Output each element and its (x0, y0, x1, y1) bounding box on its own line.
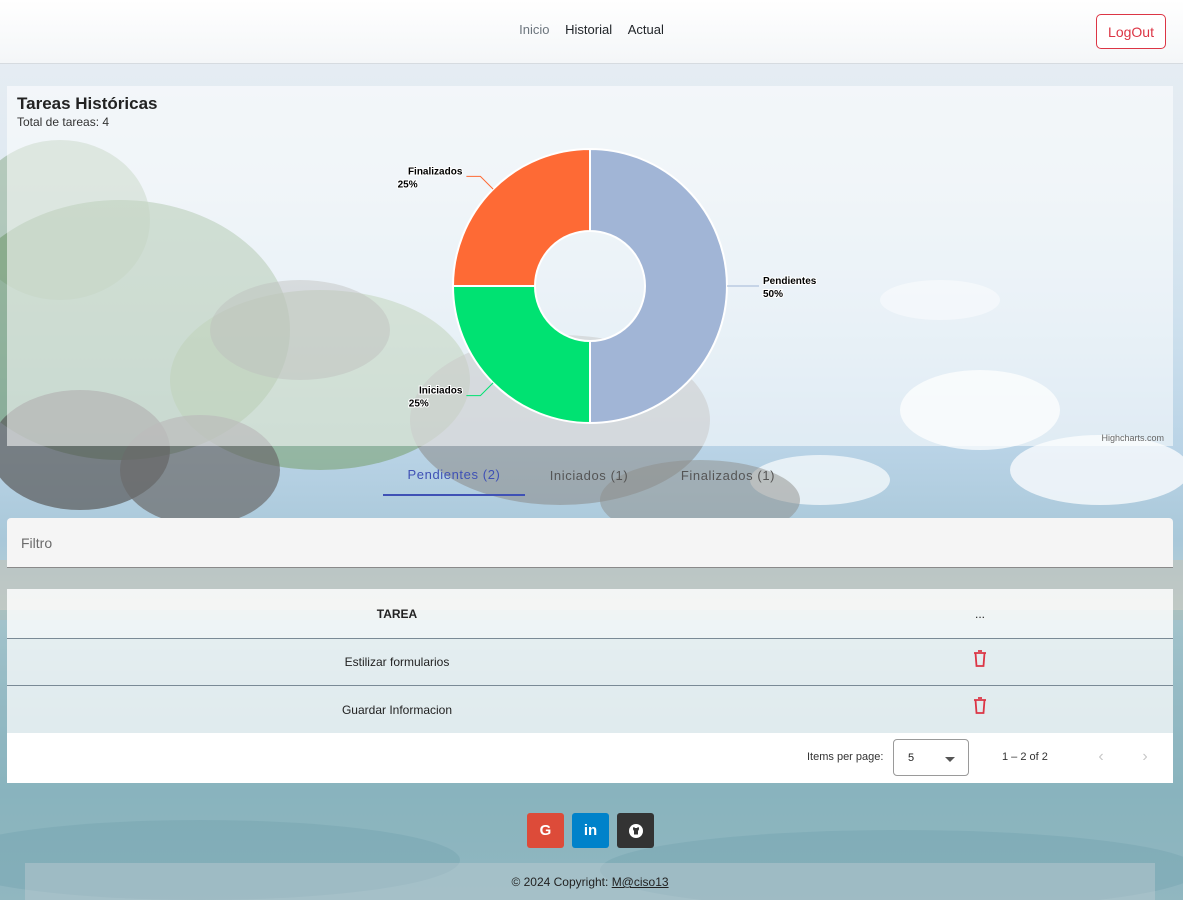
table-row: Estilizar formularios (7, 639, 1173, 686)
data-label-finalizados: Finalizados (408, 166, 463, 177)
chart-credits-link[interactable]: Highcharts.com (1101, 433, 1164, 443)
trash-icon[interactable] (970, 648, 990, 668)
items-per-page-label: Items per page: (807, 751, 884, 763)
data-label-pendientes: Pendientes (763, 276, 817, 287)
logout-button[interactable]: LogOut (1096, 14, 1166, 49)
trash-icon[interactable] (970, 696, 990, 716)
nav-link-actual[interactable]: Actual (628, 22, 664, 37)
nav-links: Inicio Historial Actual (0, 22, 1183, 37)
table-row: Guardar Informacion (7, 686, 1173, 733)
tasks-table: TAREA ... Estilizar formularios Guardar … (7, 589, 1173, 783)
filter-field (7, 518, 1173, 568)
page-size-select[interactable]: 5 (893, 739, 969, 776)
footer: © 2024 Copyright: M@ciso13 (25, 863, 1155, 900)
page-size-value: 5 (908, 752, 915, 764)
data-label-value-finalizados: 25% (398, 179, 418, 190)
tab-iniciados[interactable]: Iniciados (1) (525, 455, 653, 495)
data-label-value-pendientes: 50% (763, 289, 783, 300)
data-label-iniciados: Iniciados (419, 386, 463, 397)
tab-pendientes[interactable]: Pendientes (2) (383, 455, 525, 496)
chevron-right-icon[interactable]: › (1135, 748, 1155, 768)
paginator: Items per page: 5 1 – 2 of 2 ‹ › (7, 733, 1173, 783)
data-label-value-iniciados: 25% (409, 399, 429, 410)
dropdown-arrow-icon (945, 757, 955, 762)
donut-chart: Pendientes 50% Iniciados 25% Finalizados 25% (397, 147, 818, 425)
google-icon[interactable]: G (527, 813, 564, 848)
task-tabs: Pendientes (2) Iniciados (1) Finalizados… (383, 455, 803, 497)
task-name: Guardar Informacion (341, 702, 453, 717)
github-icon[interactable] (617, 813, 654, 848)
connector-iniciados (466, 382, 494, 397)
filter-input[interactable] (21, 532, 1121, 554)
table-header-row: TAREA ... (7, 589, 1173, 639)
page-range-label: 1 – 2 of 2 (1002, 751, 1048, 763)
nav-link-historial[interactable]: Historial (565, 22, 612, 37)
task-name: Estilizar formularios (344, 655, 450, 669)
top-navbar: Inicio Historial Actual LogOut (0, 0, 1183, 64)
nav-link-inicio[interactable]: Inicio (519, 22, 549, 37)
copyright-text: © 2024 Copyright: (511, 875, 609, 889)
slice-finalizados[interactable] (451, 147, 591, 287)
connector-finalizados (466, 175, 494, 190)
slice-iniciados[interactable] (451, 285, 591, 425)
slice-pendientes[interactable] (589, 147, 728, 425)
author-link[interactable]: M@ciso13 (612, 875, 669, 889)
actions-cell (787, 696, 1173, 721)
linkedin-icon[interactable]: in (572, 813, 609, 848)
chart-card: Tareas Históricas Total de tareas: 4 Pen… (7, 86, 1173, 446)
social-links: G in (527, 813, 654, 848)
chevron-left-icon[interactable]: ‹ (1091, 748, 1111, 768)
tab-finalizados[interactable]: Finalizados (1) (653, 455, 803, 495)
column-header-tarea: TAREA (376, 606, 418, 621)
actions-cell (787, 648, 1173, 673)
column-header-actions: ... (974, 606, 985, 621)
